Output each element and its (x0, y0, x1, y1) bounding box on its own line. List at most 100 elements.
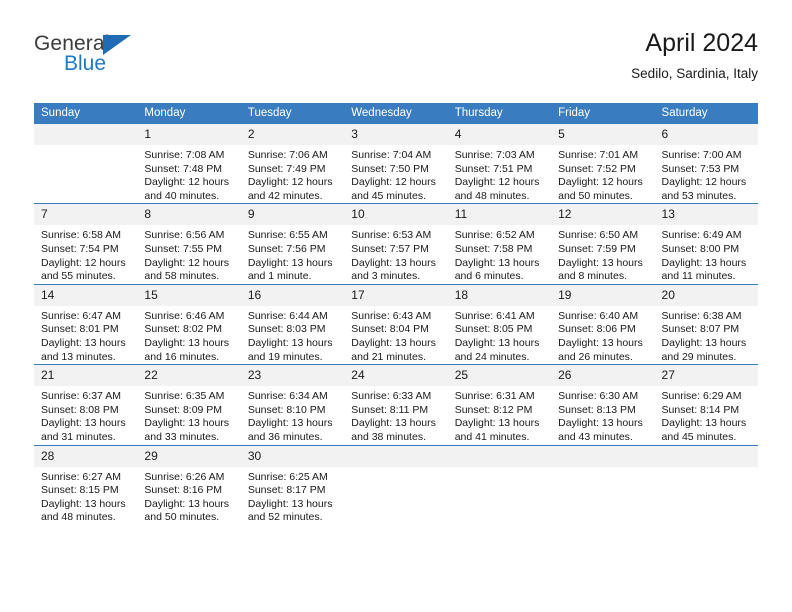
calendar-day-cell[interactable]: 2 Sunrise: 7:06 AM Sunset: 7:49 PM Daylight… (240, 124, 345, 204)
calendar-day-cell[interactable]: 3 Sunrise: 7:04 AM Sunset: 7:50 PM Daylight… (344, 124, 448, 204)
calendar-day-cell[interactable]: 11 Sunrise: 6:52 AM Sunset: 7:58 PM Dayligh… (447, 203, 552, 285)
day-details: Sunrise: 6:29 AM Sunset: 8:14 PM Daylight:… (655, 386, 758, 444)
calendar-day-cell[interactable]: 28 Sunrise: 6:27 AM Sunset: 8:15 PM Dayligh… (34, 444, 138, 525)
day-number (447, 445, 552, 467)
calendar-day-cell[interactable]: 15 Sunrise: 6:46 AM Sunset: 8:02 PM Dayligh… (137, 283, 241, 365)
daylight-text-line2: and 45 minutes. (661, 430, 737, 443)
daylight-text-line2: and 21 minutes. (351, 350, 426, 363)
daylight-text-line2: and 1 minute. (247, 270, 312, 283)
calendar-day-cell[interactable]: 29 Sunrise: 6:26 AM Sunset: 8:16 PM Dayligh… (137, 444, 241, 525)
calendar-day-cell[interactable]: 13 Sunrise: 6:49 AM Sunset: 8:00 PM Dayligh… (654, 203, 758, 285)
day-details: Sunrise: 6:43 AM Sunset: 8:04 PM Daylight:… (344, 306, 447, 364)
calendar-day-cell[interactable]: 10 Sunrise: 6:53 AM Sunset: 7:57 PM Dayligh… (344, 203, 448, 285)
day-number: 28 (34, 445, 138, 467)
sunrise-text: Sunrise: 6:31 AM (454, 390, 535, 403)
calendar-day-cell[interactable]: 23 Sunrise: 6:34 AM Sunset: 8:10 PM Dayligh… (240, 364, 345, 445)
day-number: 12 (551, 204, 655, 226)
day-details (448, 467, 551, 471)
daylight-text-line1: Daylight: 13 hours (661, 256, 747, 269)
day-details: Sunrise: 7:04 AM Sunset: 7:50 PM Daylight:… (344, 145, 447, 203)
daylight-text-line2: and 48 minutes. (41, 511, 116, 524)
day-number: 26 (551, 365, 655, 387)
day-details: Sunrise: 6:27 AM Sunset: 8:15 PM Daylight:… (34, 467, 137, 525)
calendar-day-cell[interactable]: 27 Sunrise: 6:29 AM Sunset: 8:14 PM Dayligh… (654, 364, 758, 445)
title-block: April 2024 Sedilo, Sardinia, Italy (631, 28, 758, 84)
day-number: 27 (654, 365, 758, 387)
sunset-text: Sunset: 8:01 PM (41, 323, 119, 336)
daylight-text-line1: Daylight: 13 hours (661, 336, 747, 349)
sunset-text: Sunset: 7:50 PM (351, 162, 429, 175)
calendar-page: General Blue April 2024 Sedilo, Sardinia… (0, 0, 792, 612)
daylight-text-line1: Daylight: 13 hours (661, 417, 747, 430)
day-details (551, 467, 654, 471)
daylight-text-line1: Daylight: 12 hours (247, 176, 333, 189)
day-details: Sunrise: 6:37 AM Sunset: 8:08 PM Daylight:… (34, 386, 137, 444)
day-details (655, 467, 758, 471)
daylight-text-line1: Daylight: 12 hours (144, 256, 230, 269)
calendar-day-cell[interactable]: 17 Sunrise: 6:43 AM Sunset: 8:04 PM Dayligh… (344, 283, 448, 365)
day-details: Sunrise: 6:40 AM Sunset: 8:06 PM Daylight:… (551, 306, 654, 364)
day-details: Sunrise: 6:52 AM Sunset: 7:58 PM Daylight:… (448, 225, 551, 283)
calendar-day-cell[interactable]: 1 Sunrise: 7:08 AM Sunset: 7:48 PM Daylight… (137, 124, 241, 204)
day-details: Sunrise: 6:50 AM Sunset: 7:59 PM Daylight:… (551, 225, 654, 283)
day-number: 15 (137, 284, 241, 306)
daylight-text-line1: Daylight: 13 hours (351, 417, 436, 430)
sunrise-text: Sunrise: 6:56 AM (144, 229, 225, 242)
day-details (344, 467, 447, 471)
sunrise-text: Sunrise: 6:27 AM (41, 470, 121, 483)
calendar-day-cell[interactable]: 7 Sunrise: 6:58 AM Sunset: 7:54 PM Daylight… (34, 203, 138, 285)
sunset-text: Sunset: 7:59 PM (558, 242, 636, 255)
sunset-text: Sunset: 8:04 PM (351, 323, 429, 336)
daylight-text-line2: and 40 minutes. (144, 189, 220, 202)
sunrise-text: Sunrise: 6:50 AM (558, 229, 639, 242)
day-number (654, 445, 758, 467)
daylight-text-line2: and 3 minutes. (351, 270, 421, 283)
sunrise-text: Sunrise: 6:37 AM (41, 390, 121, 403)
logo-triangle-icon (103, 35, 131, 55)
daylight-text-line2: and 16 minutes. (144, 350, 220, 363)
sunset-text: Sunset: 8:09 PM (144, 403, 223, 416)
calendar-day-cell[interactable]: 6 Sunrise: 7:00 AM Sunset: 7:53 PM Daylight… (654, 124, 758, 204)
sunrise-text: Sunrise: 6:38 AM (661, 309, 742, 322)
day-number: 17 (344, 284, 448, 306)
calendar-week-row: 7 Sunrise: 6:58 AM Sunset: 7:54 PM Daylight… (34, 203, 758, 285)
calendar-day-cell[interactable]: 24 Sunrise: 6:33 AM Sunset: 8:11 PM Dayligh… (344, 364, 448, 445)
calendar-day-cell[interactable]: 9 Sunrise: 6:55 AM Sunset: 7:56 PM Daylight… (240, 203, 345, 285)
daylight-text-line1: Daylight: 13 hours (41, 336, 126, 349)
calendar-day-cell[interactable]: 4 Sunrise: 7:03 AM Sunset: 7:51 PM Daylight… (447, 124, 552, 204)
day-details: Sunrise: 6:44 AM Sunset: 8:03 PM Daylight:… (241, 306, 344, 364)
day-number: 30 (240, 445, 345, 467)
daylight-text-line1: Daylight: 13 hours (247, 256, 333, 269)
day-details: Sunrise: 6:55 AM Sunset: 7:56 PM Daylight:… (241, 225, 344, 283)
sunset-text: Sunset: 7:52 PM (558, 162, 636, 175)
day-number: 7 (34, 204, 138, 226)
calendar-day-cell[interactable]: 20 Sunrise: 6:38 AM Sunset: 8:07 PM Dayligh… (654, 283, 758, 365)
sunrise-text: Sunrise: 6:49 AM (661, 229, 742, 242)
day-number: 21 (34, 365, 138, 387)
daylight-text-line1: Daylight: 13 hours (247, 497, 333, 510)
calendar-day-cell[interactable]: 25 Sunrise: 6:31 AM Sunset: 8:12 PM Dayligh… (447, 364, 552, 445)
sunrise-text: Sunrise: 6:29 AM (661, 390, 742, 403)
calendar-day-cell[interactable]: 8 Sunrise: 6:56 AM Sunset: 7:55 PM Daylight… (137, 203, 241, 285)
day-details: Sunrise: 6:38 AM Sunset: 8:07 PM Daylight:… (655, 306, 758, 364)
daylight-text-line1: Daylight: 13 hours (558, 256, 643, 269)
sunset-text: Sunset: 7:54 PM (41, 242, 119, 255)
calendar-day-cell[interactable]: 16 Sunrise: 6:44 AM Sunset: 8:03 PM Dayligh… (240, 283, 345, 365)
calendar-day-cell[interactable]: 22 Sunrise: 6:35 AM Sunset: 8:09 PM Dayligh… (137, 364, 241, 445)
calendar-day-cell[interactable]: 21 Sunrise: 6:37 AM Sunset: 8:08 PM Dayligh… (34, 364, 138, 445)
day-details: Sunrise: 6:34 AM Sunset: 8:10 PM Daylight:… (241, 386, 344, 444)
calendar-day-cell[interactable]: 26 Sunrise: 6:30 AM Sunset: 8:13 PM Dayligh… (551, 364, 655, 445)
weekday-header-monday: Monday (137, 103, 241, 124)
calendar-day-cell[interactable]: 30 Sunrise: 6:25 AM Sunset: 8:17 PM Dayligh… (240, 444, 345, 525)
sunrise-text: Sunrise: 6:30 AM (558, 390, 639, 403)
calendar-day-cell[interactable]: 12 Sunrise: 6:50 AM Sunset: 7:59 PM Dayligh… (551, 203, 655, 285)
sunrise-text: Sunrise: 6:47 AM (41, 309, 121, 322)
calendar-day-cell[interactable]: 18 Sunrise: 6:41 AM Sunset: 8:05 PM Dayligh… (447, 283, 552, 365)
calendar-day-cell[interactable]: 19 Sunrise: 6:40 AM Sunset: 8:06 PM Dayligh… (551, 283, 655, 365)
day-number (344, 445, 448, 467)
calendar-day-cell[interactable]: 14 Sunrise: 6:47 AM Sunset: 8:01 PM Dayligh… (34, 283, 138, 365)
daylight-text-line2: and 38 minutes. (351, 430, 426, 443)
sunset-text: Sunset: 7:57 PM (351, 242, 429, 255)
calendar-day-cell[interactable]: 5 Sunrise: 7:01 AM Sunset: 7:52 PM Daylight… (551, 124, 655, 204)
day-details: Sunrise: 6:46 AM Sunset: 8:02 PM Daylight:… (137, 306, 240, 364)
